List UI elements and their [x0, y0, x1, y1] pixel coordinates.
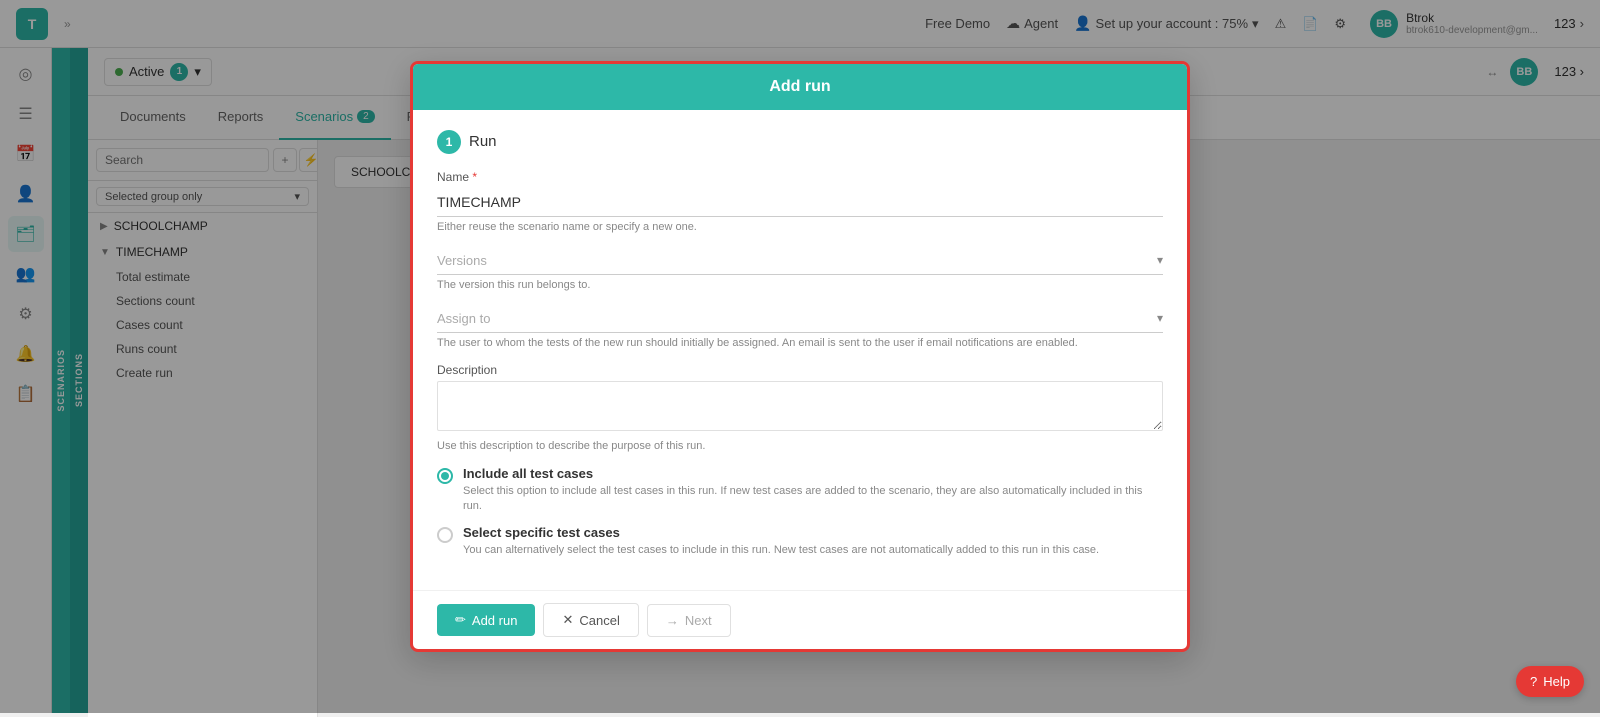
versions-form-group: Versions ▾ The version this run belongs … [437, 247, 1163, 291]
help-button[interactable]: ? Help [1516, 666, 1584, 697]
name-form-group: Name * Either reuse the scenario name or… [437, 170, 1163, 233]
modal-footer: ✏ Add run ✕ Cancel → Next [413, 590, 1187, 649]
radio-select-specific-circle [437, 527, 453, 543]
cancel-icon: ✕ [562, 612, 573, 628]
modal-overlay: Add run 1 Run Name * Either reuse the sc… [0, 0, 1600, 713]
cancel-button[interactable]: ✕ Cancel [543, 603, 638, 637]
step-indicator: 1 Run [437, 130, 1163, 154]
step-label: Run [469, 133, 497, 150]
radio-group: Include all test cases Select this optio… [437, 466, 1163, 558]
versions-select[interactable]: Versions ▾ [437, 247, 1163, 275]
radio-include-all-circle [437, 468, 453, 484]
description-label: Description [437, 363, 1163, 377]
add-run-icon: ✏ [455, 612, 466, 628]
assign-to-hint: The user to whom the tests of the new ru… [437, 337, 1163, 349]
next-button[interactable]: → Next [647, 604, 731, 637]
add-run-button[interactable]: ✏ Add run [437, 604, 535, 636]
modal-title: Add run [433, 78, 1167, 96]
versions-hint: The version this run belongs to. [437, 279, 1163, 291]
name-hint: Either reuse the scenario name or specif… [437, 221, 1163, 233]
radio-select-specific-title: Select specific test cases [463, 525, 1163, 540]
description-textarea[interactable] [437, 381, 1163, 431]
radio-include-all-content: Include all test cases Select this optio… [463, 466, 1163, 515]
assign-to-label: Assign to [437, 311, 1157, 326]
help-icon: ? [1530, 674, 1537, 689]
radio-include-all-title: Include all test cases [463, 466, 1163, 481]
assign-to-arrow-icon: ▾ [1157, 311, 1163, 325]
radio-select-specific[interactable]: Select specific test cases You can alter… [437, 525, 1163, 558]
step-number: 1 [437, 130, 461, 154]
name-input[interactable] [437, 188, 1163, 217]
next-icon: → [666, 613, 679, 628]
modal-body: 1 Run Name * Either reuse the scenario n… [413, 110, 1187, 590]
versions-arrow-icon: ▾ [1157, 253, 1163, 267]
description-hint: Use this description to describe the pur… [437, 440, 1163, 452]
description-form-group: Description Use this description to desc… [437, 363, 1163, 452]
radio-select-specific-desc: You can alternatively select the test ca… [463, 543, 1163, 558]
versions-label: Versions [437, 253, 1157, 268]
modal-header: Add run [413, 64, 1187, 110]
help-label: Help [1543, 674, 1570, 689]
assign-to-select[interactable]: Assign to ▾ [437, 305, 1163, 333]
radio-select-specific-content: Select specific test cases You can alter… [463, 525, 1163, 558]
assign-to-form-group: Assign to ▾ The user to whom the tests o… [437, 305, 1163, 349]
name-label: Name * [437, 170, 1163, 184]
required-indicator: * [472, 170, 477, 184]
radio-include-all-desc: Select this option to include all test c… [463, 484, 1163, 515]
radio-include-all[interactable]: Include all test cases Select this optio… [437, 466, 1163, 515]
add-run-modal: Add run 1 Run Name * Either reuse the sc… [410, 61, 1190, 652]
